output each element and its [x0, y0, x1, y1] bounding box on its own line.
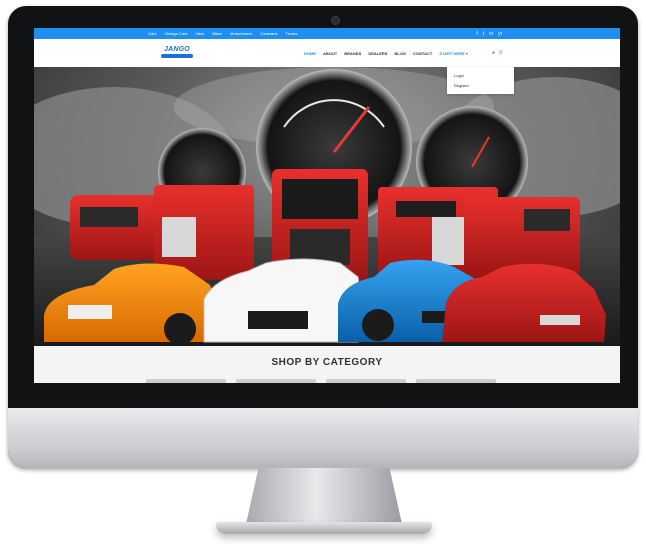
shop-by-category-section: SHOP BY CATEGORY	[34, 346, 620, 383]
twitter-icon[interactable]: t	[483, 31, 484, 37]
top-nav-cars[interactable]: Cars	[148, 31, 156, 36]
blue-car-wheel	[362, 309, 394, 341]
white-car-grille	[248, 311, 308, 329]
nav-start-here[interactable]: START HERE ▾	[439, 51, 467, 56]
monitor-chin	[8, 408, 638, 468]
search-icon[interactable]: ⚲	[499, 50, 503, 56]
orange-car-wheel	[164, 313, 196, 345]
hero-image	[34, 67, 620, 346]
top-nav-vintage-cars[interactable]: Vintage Cars	[164, 31, 187, 36]
facebook-icon[interactable]: f	[476, 31, 477, 37]
truck-windshield	[282, 179, 358, 219]
linkedin-icon[interactable]: in	[489, 31, 493, 37]
monitor-base	[216, 522, 432, 534]
truck-right-windshield	[396, 201, 456, 217]
nav-blog[interactable]: BLOG	[394, 51, 406, 56]
truck-grille	[162, 217, 196, 257]
social-links: f t in yt	[476, 28, 502, 39]
category-tabs	[146, 379, 496, 383]
site-header: JANGO HOME ABOUT BRANDS DEALERS BLOG CON…	[34, 39, 620, 68]
main-nav: HOME ABOUT BRANDS DEALERS BLOG CONTACT S…	[304, 39, 468, 67]
top-nav-trucks[interactable]: Trucks	[285, 31, 297, 36]
category-tab[interactable]	[326, 379, 406, 383]
top-nav-bikes[interactable]: Bikes	[212, 31, 222, 36]
chevron-down-icon: ▾	[465, 50, 468, 56]
website-screen: Cars Vintage Cars Vans Bikes Motorhomes …	[34, 28, 620, 383]
dropdown-item-register[interactable]: Register	[454, 83, 469, 88]
category-tab[interactable]	[416, 379, 496, 383]
red-car-plate	[540, 315, 580, 325]
nav-contact[interactable]: CONTACT	[413, 51, 432, 56]
orange-car-plate	[68, 305, 112, 319]
logo-subtitle	[161, 54, 193, 58]
top-nav: Cars Vintage Cars Vans Bikes Motorhomes …	[148, 28, 297, 39]
webcam	[331, 16, 340, 25]
category-tab[interactable]	[146, 379, 226, 383]
top-nav-motorhomes[interactable]: Motorhomes	[230, 31, 252, 36]
category-tab[interactable]	[236, 379, 316, 383]
user-icon[interactable]: ●	[492, 50, 495, 56]
site-logo[interactable]: JANGO	[160, 46, 194, 60]
logo-text: JANGO	[164, 46, 190, 53]
hero-banner	[34, 67, 620, 346]
header-icons: ● ⚲	[492, 39, 503, 67]
youtube-icon[interactable]: yt	[498, 31, 502, 37]
nav-dealers[interactable]: DEALERS	[368, 51, 387, 56]
top-nav-caravans[interactable]: Caravans	[260, 31, 277, 36]
top-nav-vans[interactable]: Vans	[196, 31, 205, 36]
section-title: SHOP BY CATEGORY	[271, 357, 383, 368]
nav-start-here-label: START HERE	[439, 50, 465, 56]
nav-brands[interactable]: BRANDS	[344, 51, 361, 56]
van-right-windshield	[524, 209, 570, 231]
nav-about[interactable]: ABOUT	[323, 51, 337, 56]
top-bar: Cars Vintage Cars Vans Bikes Motorhomes …	[34, 28, 620, 39]
start-here-dropdown: Login Register	[447, 67, 514, 94]
monitor-stand	[246, 468, 402, 524]
red-van-right	[464, 197, 580, 275]
nav-home[interactable]: HOME	[304, 51, 316, 56]
van-windshield	[80, 207, 138, 227]
dropdown-item-login[interactable]: Login	[454, 73, 464, 78]
